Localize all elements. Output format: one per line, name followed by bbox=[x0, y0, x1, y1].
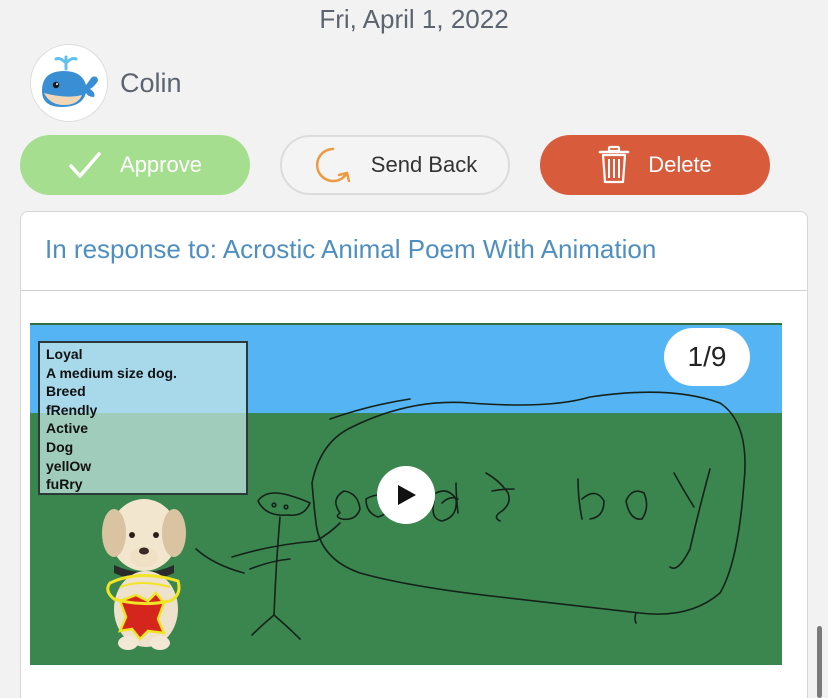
checkmark-icon bbox=[68, 150, 102, 180]
redo-arrow-icon bbox=[313, 145, 353, 185]
play-button[interactable] bbox=[377, 466, 435, 524]
media-player[interactable]: Loyal A medium size dog. Breed fRendly A… bbox=[30, 323, 782, 665]
send-back-label: Send Back bbox=[370, 152, 478, 177]
page-counter: 1/9 bbox=[664, 328, 750, 386]
puppy-sticker bbox=[102, 499, 186, 650]
approve-button[interactable]: Approve bbox=[20, 135, 250, 195]
approve-label: Approve bbox=[120, 152, 202, 177]
poem-line: Active bbox=[46, 420, 89, 437]
avatar[interactable] bbox=[30, 44, 108, 122]
poem-line: yellOw bbox=[46, 457, 92, 474]
delete-label: Delete bbox=[648, 152, 712, 177]
poem-line: A medium size dog. bbox=[46, 364, 177, 381]
poem-line: fRendly bbox=[46, 401, 98, 418]
response-title[interactable]: In response to: Acrostic Animal Poem Wit… bbox=[45, 234, 656, 265]
submission-view: Fri, April 1, 2022 Colin Approve Send Ba… bbox=[0, 0, 828, 698]
whale-icon bbox=[42, 55, 98, 107]
send-back-button[interactable]: Send Back bbox=[280, 135, 510, 195]
delete-button[interactable]: Delete bbox=[540, 135, 770, 195]
play-icon bbox=[398, 485, 416, 505]
poem-line: Loyal bbox=[46, 346, 83, 362]
trash-icon bbox=[598, 145, 630, 185]
poem-line: Breed bbox=[46, 383, 86, 400]
poem-textbox: Loyal A medium size dog. Breed fRendly A… bbox=[38, 341, 248, 495]
post-date: Fri, April 1, 2022 bbox=[319, 4, 509, 34]
scrollbar[interactable] bbox=[817, 626, 822, 698]
card-divider bbox=[21, 290, 807, 291]
author: Colin bbox=[30, 44, 182, 122]
author-name: Colin bbox=[120, 67, 182, 98]
poem-line: Dog bbox=[46, 438, 74, 455]
